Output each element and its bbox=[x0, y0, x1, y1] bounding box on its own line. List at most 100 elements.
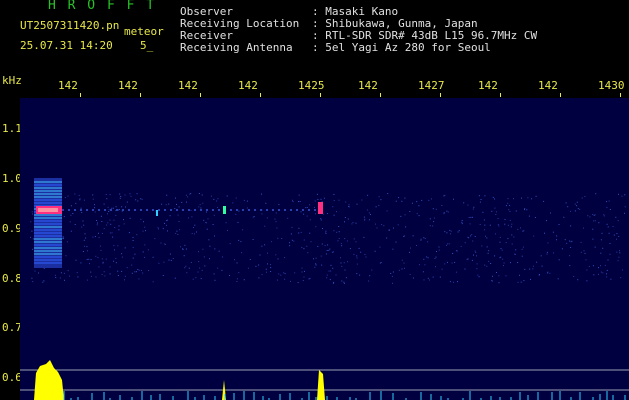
noise-dot bbox=[201, 269, 203, 271]
noise-dot bbox=[524, 268, 526, 270]
noise-dot bbox=[43, 280, 45, 282]
noise-dot bbox=[183, 255, 185, 257]
noise-dot bbox=[471, 216, 473, 218]
noise-dot bbox=[136, 193, 138, 195]
noise-dot bbox=[180, 246, 182, 248]
noise-dot bbox=[556, 235, 558, 237]
noise-dot bbox=[484, 229, 486, 231]
noise-dot bbox=[356, 263, 358, 265]
noise-dot bbox=[496, 272, 497, 273]
noise-dot bbox=[164, 222, 165, 224]
noise-dot bbox=[314, 206, 315, 208]
noise-dot bbox=[435, 256, 437, 258]
noise-dot bbox=[126, 267, 128, 269]
noise-dot bbox=[94, 236, 96, 237]
noise-dot bbox=[473, 254, 474, 256]
noise-dot bbox=[138, 278, 140, 280]
noise-dot bbox=[355, 222, 357, 224]
noise-dot bbox=[129, 193, 131, 195]
noise-dot bbox=[287, 217, 289, 219]
noise-dot bbox=[60, 272, 62, 274]
noise-dot bbox=[507, 224, 509, 226]
noise-dot bbox=[238, 210, 240, 212]
noise-dot bbox=[510, 262, 511, 264]
noise-dot bbox=[472, 208, 474, 210]
noise-dot bbox=[309, 219, 311, 221]
noise-dot bbox=[461, 220, 463, 221]
x-tick-mark bbox=[260, 93, 261, 97]
noise-dot bbox=[84, 233, 86, 235]
noise-dot bbox=[97, 257, 99, 258]
noise-dot bbox=[225, 222, 227, 224]
noise-dot bbox=[274, 218, 276, 220]
noise-dot bbox=[405, 226, 407, 228]
noise-dot bbox=[395, 200, 397, 202]
meteor-ping bbox=[318, 202, 323, 214]
noise-dot bbox=[119, 197, 121, 199]
datetime-label: 25.07.31 14:20 bbox=[20, 39, 113, 52]
noise-dot bbox=[314, 266, 316, 268]
noise-dot bbox=[102, 262, 104, 264]
noise-dot bbox=[55, 277, 57, 278]
noise-dot bbox=[486, 265, 488, 267]
noise-dot bbox=[580, 241, 582, 243]
noise-dot bbox=[99, 245, 101, 247]
noise-dot bbox=[600, 271, 602, 273]
y-tick-label: 0.9 bbox=[2, 222, 22, 235]
noise-dot bbox=[333, 194, 335, 195]
noise-dot bbox=[98, 232, 99, 234]
noise-dot bbox=[367, 209, 369, 211]
noise-dot bbox=[217, 198, 219, 200]
noise-dot bbox=[64, 279, 65, 281]
noise-dot bbox=[511, 223, 513, 225]
noise-dot bbox=[360, 251, 362, 253]
noise-dot bbox=[109, 273, 111, 275]
noise-dot bbox=[249, 259, 251, 260]
noise-dot bbox=[118, 209, 120, 210]
noise-dot bbox=[66, 241, 68, 243]
noise-dot bbox=[416, 213, 418, 215]
noise-dot bbox=[90, 259, 92, 261]
noise-dot bbox=[293, 240, 295, 242]
noise-dot bbox=[569, 255, 571, 257]
noise-dot bbox=[368, 280, 370, 282]
noise-dot bbox=[292, 199, 293, 201]
noise-dot bbox=[74, 193, 76, 195]
noise-dot bbox=[306, 207, 308, 208]
noise-dot bbox=[428, 199, 430, 201]
noise-dot bbox=[299, 201, 301, 202]
noise-dot bbox=[185, 265, 187, 267]
noise-dot bbox=[297, 282, 299, 284]
noise-dot bbox=[520, 281, 522, 283]
x-tick-label: 142 bbox=[58, 79, 78, 92]
noise-dot bbox=[306, 245, 308, 247]
noise-dot bbox=[85, 237, 87, 239]
noise-dot bbox=[291, 239, 293, 241]
noise-dot bbox=[92, 194, 94, 196]
noise-dot bbox=[181, 201, 183, 203]
noise-dot bbox=[538, 274, 540, 275]
noise-dot bbox=[601, 232, 603, 234]
noise-dot bbox=[424, 264, 426, 266]
noise-dot bbox=[530, 278, 531, 280]
noise-dot bbox=[275, 212, 277, 214]
noise-dot bbox=[606, 201, 608, 203]
noise-dot bbox=[81, 211, 83, 213]
noise-dot bbox=[333, 281, 335, 283]
noise-dot bbox=[549, 272, 551, 274]
noise-dot bbox=[479, 201, 481, 203]
noise-dot bbox=[432, 208, 434, 210]
noise-dot bbox=[347, 218, 349, 220]
noise-dot bbox=[500, 256, 502, 258]
noise-dot bbox=[501, 249, 503, 251]
noise-dot bbox=[526, 209, 528, 211]
spectrogram-plot[interactable] bbox=[20, 98, 629, 400]
noise-dot bbox=[77, 276, 79, 278]
noise-dot bbox=[136, 271, 137, 273]
noise-dot bbox=[290, 280, 291, 282]
noise-dot bbox=[246, 207, 248, 209]
noise-dot bbox=[616, 251, 618, 253]
noise-dot bbox=[553, 252, 555, 254]
noise-dot bbox=[576, 205, 578, 207]
noise-dot bbox=[484, 195, 486, 197]
